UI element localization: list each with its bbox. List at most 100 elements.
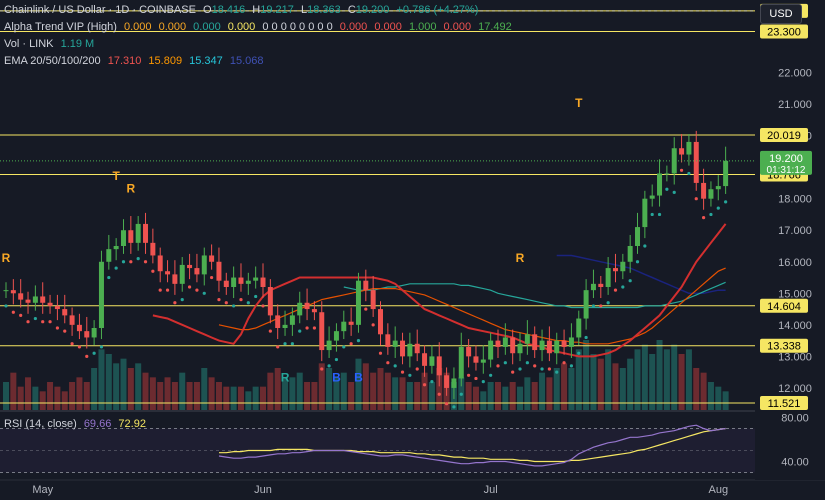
candle: [223, 280, 229, 287]
candle: [216, 261, 222, 281]
volume-bar: [186, 382, 193, 410]
volume-bar: [685, 349, 692, 410]
trend-dot: [621, 285, 625, 289]
candle: [333, 331, 339, 341]
trend-dot: [114, 266, 118, 270]
candle: [605, 268, 611, 287]
open-label: O: [203, 4, 212, 16]
candle: [466, 346, 472, 357]
trend-dot: [555, 370, 559, 374]
trend-dot: [430, 380, 434, 384]
trend-dot: [489, 373, 493, 377]
candle: [679, 148, 685, 155]
candle: [546, 340, 552, 354]
candle: [561, 340, 567, 347]
signal-label: R: [2, 251, 11, 265]
candle: [341, 321, 347, 332]
symbol-legend: Chainlink / US Dollar · 1D · COINBASE O1…: [4, 4, 482, 17]
trend-dot: [540, 367, 544, 371]
volume-bar: [399, 377, 406, 410]
trend-dot: [694, 197, 698, 201]
alpha-value: 0.000: [227, 21, 256, 33]
volume-bar: [671, 344, 678, 410]
candle: [517, 343, 523, 354]
price-label: 14.604: [767, 301, 801, 313]
open-value: 18.416: [211, 4, 246, 16]
trend-dot: [687, 171, 691, 176]
candle: [488, 340, 494, 360]
volume-bar: [201, 368, 208, 410]
candle: [568, 337, 574, 347]
volume-bar: [693, 368, 700, 410]
volume-bar: [663, 349, 670, 410]
trend-dot: [643, 244, 647, 248]
trend-dot: [298, 329, 302, 333]
candle: [40, 296, 46, 303]
candle: [289, 315, 295, 325]
price-tick: 15.000: [778, 288, 812, 300]
candle: [267, 287, 273, 316]
currency-button[interactable]: USD: [760, 4, 802, 24]
volume-bar: [678, 354, 685, 410]
candle: [201, 255, 207, 275]
volume-bar: [252, 386, 259, 410]
volume-bar: [384, 372, 391, 410]
candle: [245, 280, 251, 284]
volume-bar: [539, 372, 546, 410]
volume-bar: [370, 372, 377, 410]
volume-bar: [377, 368, 384, 410]
trend-dot: [459, 392, 463, 396]
trend-dot: [422, 383, 427, 387]
volume-bar: [179, 372, 186, 410]
volume-bar: [583, 340, 590, 410]
candle: [69, 315, 75, 325]
candle: [414, 343, 420, 354]
trend-dot: [724, 200, 728, 204]
candle: [260, 277, 266, 287]
trend-dot: [481, 380, 485, 384]
candle: [627, 246, 633, 262]
candle: [480, 359, 486, 363]
trend-dot: [48, 320, 52, 324]
alpha-value: 0.000: [339, 21, 368, 33]
chart-root: TRRRBBRT22.00021.00020.00019.00018.00017…: [0, 0, 825, 500]
rsi-band: [0, 428, 755, 473]
trend-dot: [496, 364, 500, 368]
price-tick: 16.000: [778, 257, 812, 269]
candle: [113, 246, 119, 250]
candle: [502, 337, 508, 347]
alpha-value: 0.000: [123, 21, 152, 33]
candle: [231, 277, 237, 287]
trend-dot: [349, 342, 353, 346]
price-tick: 18.000: [778, 194, 812, 206]
candle: [18, 293, 24, 300]
candle: [91, 328, 97, 338]
candle: [10, 290, 16, 294]
trend-dot: [187, 285, 192, 289]
volume-bar: [546, 377, 553, 410]
trend-dot: [518, 367, 522, 371]
rsi-ma-value: 72.92: [118, 418, 146, 430]
volume-bar: [164, 377, 171, 410]
alpha-value: 0.000: [443, 21, 472, 33]
volume-bar: [480, 391, 487, 410]
volume-bar: [311, 382, 318, 410]
volume-bar: [465, 382, 472, 410]
trend-dot: [356, 339, 361, 343]
date-tick: Jul: [484, 484, 498, 496]
volume-bar: [524, 377, 531, 410]
candle: [143, 223, 149, 243]
ema20-value: 17.310: [107, 55, 142, 67]
volume-bar: [641, 344, 648, 410]
trend-dot: [467, 373, 471, 377]
trend-dot: [525, 361, 529, 365]
volume-bar: [120, 358, 127, 410]
trend-dot: [591, 304, 596, 308]
candle: [319, 312, 325, 351]
candle: [135, 223, 141, 243]
candle: [297, 302, 303, 316]
trend-dot: [210, 275, 214, 280]
candle: [326, 340, 332, 351]
trend-dot: [679, 168, 684, 172]
trend-dot: [635, 260, 640, 264]
